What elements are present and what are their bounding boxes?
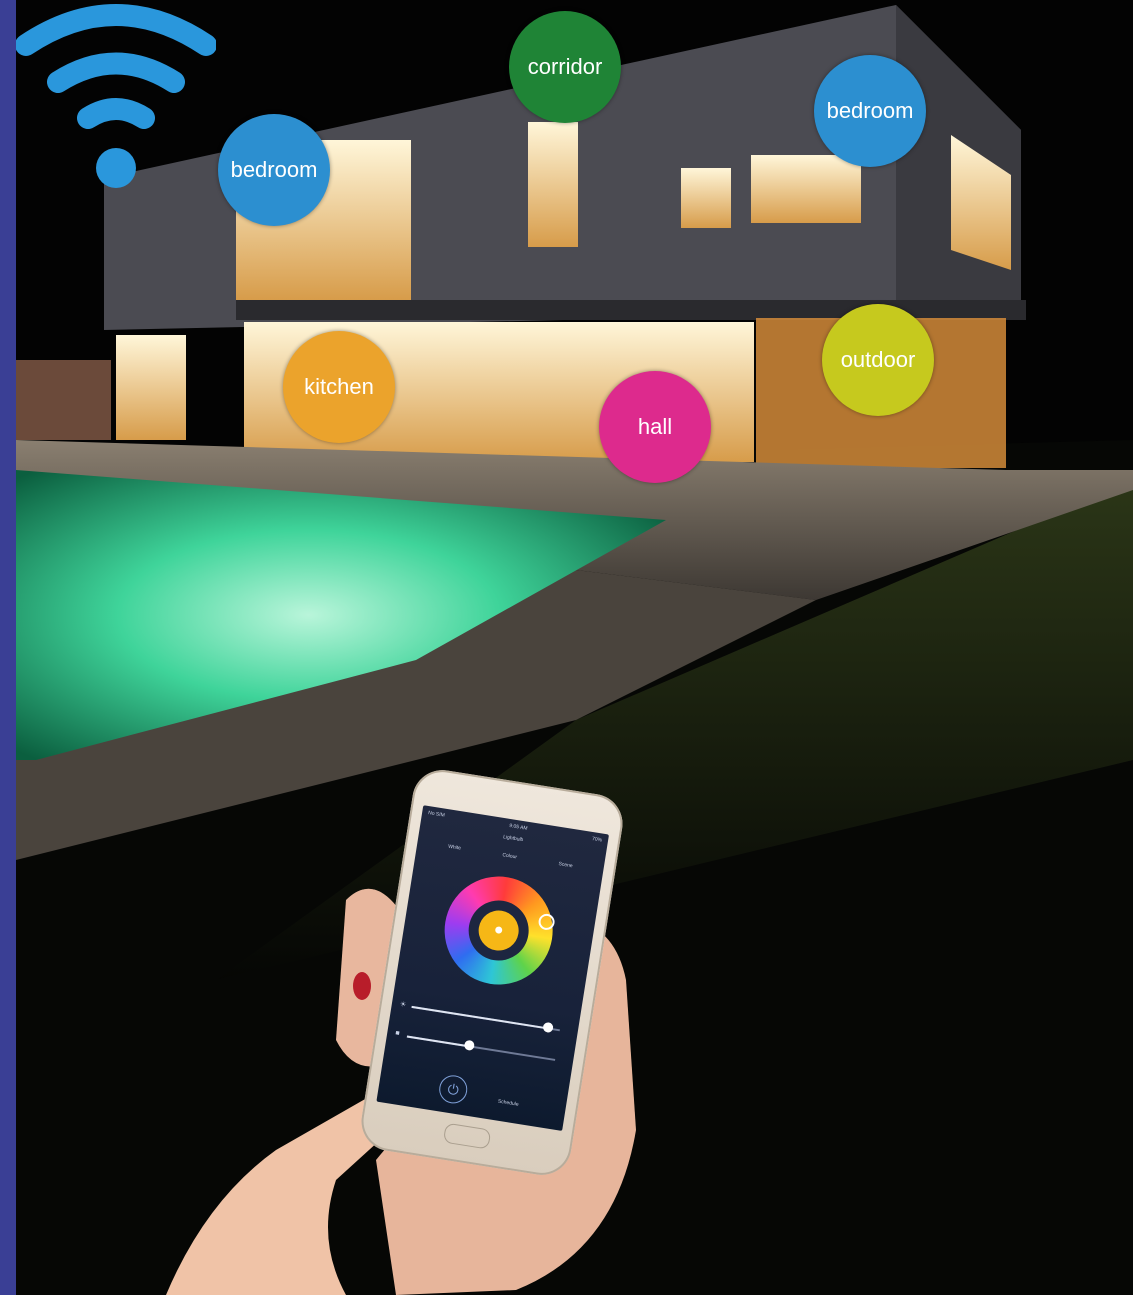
temperature-icon: ■: [394, 1029, 401, 1038]
temperature-slider-handle[interactable]: [463, 1039, 476, 1052]
bulb-icon[interactable]: ●: [475, 907, 522, 954]
status-time: 9:05 AM: [508, 822, 528, 832]
brightness-icon: ☀: [399, 1001, 407, 1009]
temperature-slider[interactable]: [406, 1035, 556, 1061]
tab-colour[interactable]: Colour: [502, 852, 517, 860]
tab-white[interactable]: White: [448, 844, 462, 852]
app-screen: No SIM 9:05 AM 70% Lightbulb White Colou…: [376, 805, 610, 1131]
tab-scene[interactable]: Scene: [558, 861, 573, 869]
status-carrier: No SIM: [427, 810, 446, 819]
color-wheel[interactable]: ●: [436, 868, 561, 993]
hero-scene: bedroom corridor bedroom kitchen hall ou…: [16, 0, 1133, 1295]
power-icon[interactable]: ⏻: [437, 1073, 470, 1106]
color-wheel-handle[interactable]: [537, 912, 556, 932]
status-battery: 70%: [591, 836, 603, 844]
brightness-slider[interactable]: [411, 1005, 560, 1034]
brightness-slider-handle[interactable]: [542, 1021, 554, 1034]
home-button[interactable]: [442, 1122, 492, 1150]
left-accent-bar: [0, 0, 16, 1295]
schedule-label[interactable]: Schedule: [497, 1099, 519, 1108]
